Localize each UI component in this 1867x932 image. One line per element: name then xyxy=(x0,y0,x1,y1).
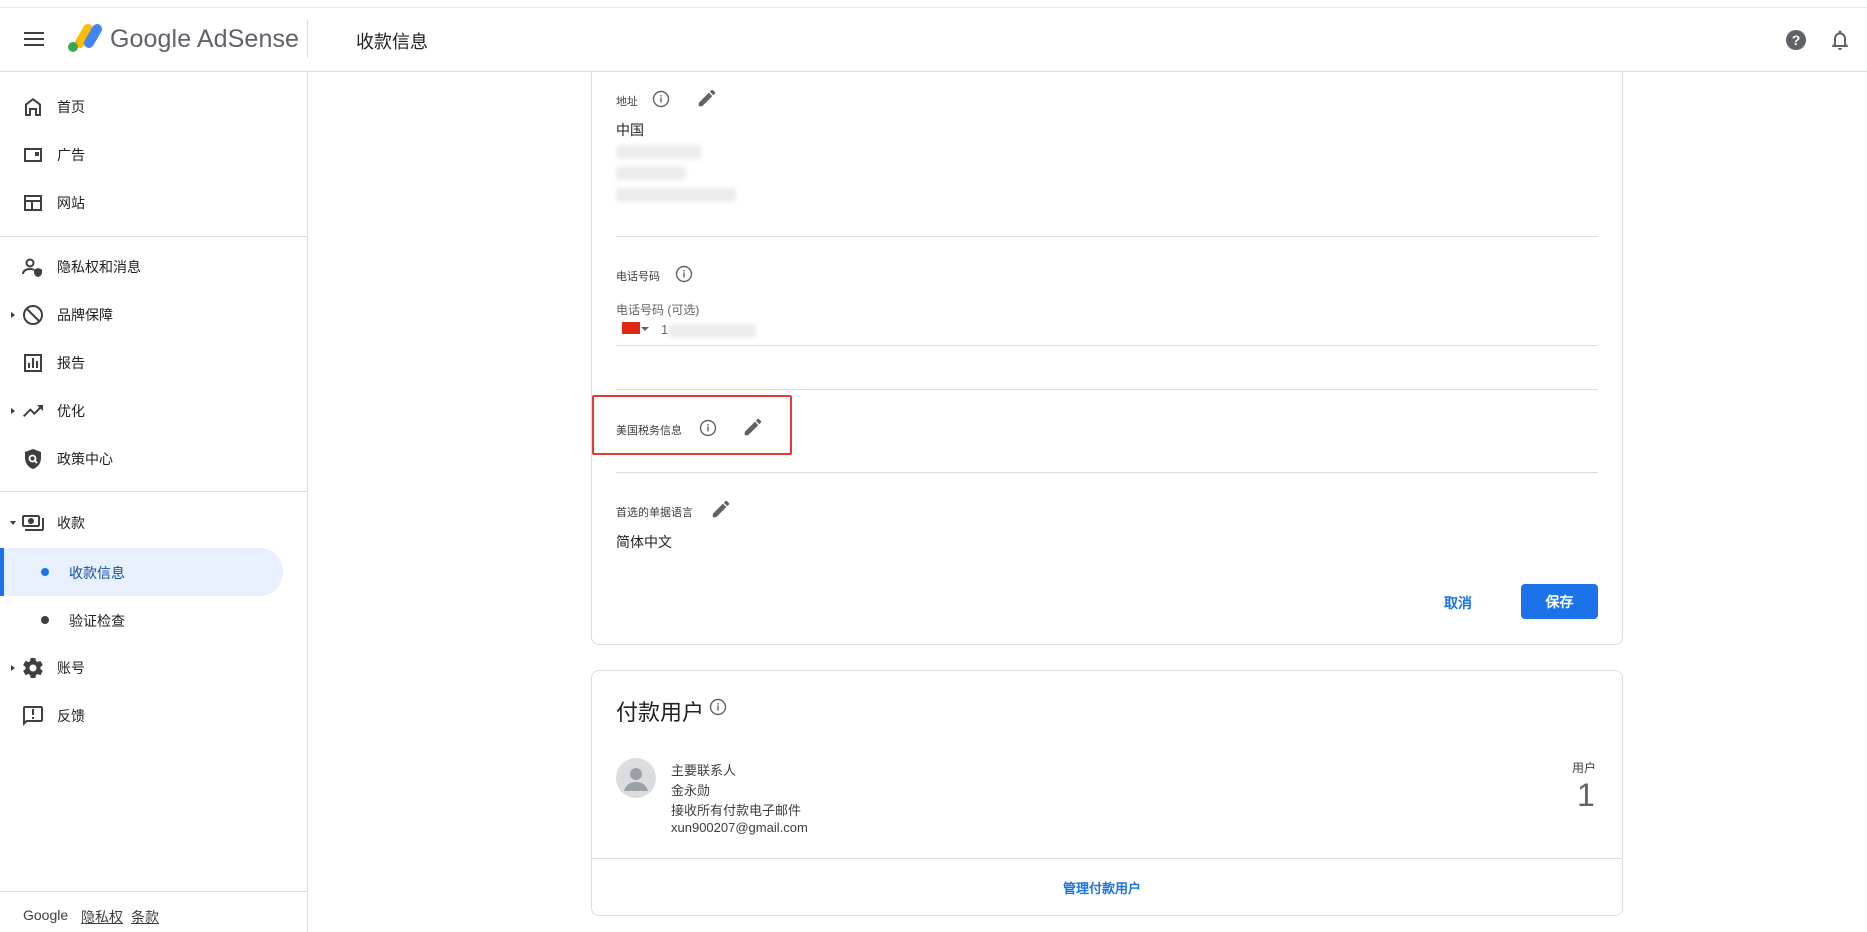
sidebar-item-label: 优化 xyxy=(57,403,85,419)
sites-icon xyxy=(24,195,42,211)
sidebar-footer: Google 隐私权 条款 xyxy=(0,891,308,932)
sidebar-item-sites[interactable]: 网站 xyxy=(0,179,283,227)
trending-up-icon xyxy=(23,405,43,417)
sidebar-item-label: 报告 xyxy=(57,355,85,371)
save-button[interactable]: 保存 xyxy=(1521,584,1598,619)
footer-terms-link[interactable]: 条款 xyxy=(131,907,159,927)
block-icon xyxy=(23,305,43,325)
chevron-right-icon xyxy=(11,665,15,671)
ads-icon xyxy=(24,148,42,162)
cancel-button[interactable]: 取消 xyxy=(1444,593,1472,613)
sidebar-item-label: 账号 xyxy=(57,660,85,676)
section-divider xyxy=(616,472,1598,473)
sidebar-item-label: 网站 xyxy=(57,195,85,211)
highlight-box xyxy=(592,395,792,455)
payment-info-card xyxy=(591,72,1623,645)
section-divider xyxy=(616,389,1598,390)
sidebar-item-label: 首页 xyxy=(57,99,85,115)
payments-icon xyxy=(22,515,44,531)
bullet-dot xyxy=(41,568,49,576)
caret-down-icon[interactable] xyxy=(641,327,649,331)
sidebar-item-label: 政策中心 xyxy=(57,451,113,467)
phone-input-underline xyxy=(616,345,1598,346)
sidebar-item-privacy[interactable]: 隐私权和消息 xyxy=(0,243,283,291)
avatar xyxy=(616,758,656,798)
feedback-icon xyxy=(23,706,43,726)
contact-role: 主要联系人 xyxy=(671,763,737,778)
card-footer-divider xyxy=(592,858,1622,859)
privacy-user-icon xyxy=(22,258,42,277)
sidebar-nav: 首页 广告 网站 隐私权和消息 品牌保障 报告 优化 政策中心 收款 收款信息 xyxy=(0,72,308,932)
sidebar-item-label: 品牌保障 xyxy=(57,307,113,323)
page-title: 收款信息 xyxy=(356,32,428,52)
sidebar-item-optimize[interactable]: 优化 xyxy=(0,387,283,435)
sidebar-item-reports[interactable]: 报告 xyxy=(0,339,283,387)
edit-pencil-icon[interactable] xyxy=(696,87,718,109)
chevron-down-icon xyxy=(10,521,16,525)
chevron-right-icon xyxy=(11,408,15,414)
brand-name: Google AdSense xyxy=(110,25,300,53)
manage-payment-users-link[interactable]: 管理付款用户 xyxy=(1063,878,1141,897)
users-count-value: 1 xyxy=(1577,777,1595,813)
adsense-logo xyxy=(68,24,102,52)
edit-pencil-icon[interactable] xyxy=(710,498,732,520)
reports-icon xyxy=(24,354,42,372)
sidebar-item-label: 广告 xyxy=(57,147,85,163)
sidebar-divider xyxy=(0,236,308,237)
address-label: 地址 xyxy=(616,96,638,108)
sidebar-item-ads[interactable]: 广告 xyxy=(0,131,283,179)
sidebar-item-home[interactable]: 首页 xyxy=(0,83,283,131)
top-rule xyxy=(0,7,1867,8)
policy-shield-icon xyxy=(25,449,41,469)
sidebar-item-policy-center[interactable]: 政策中心 xyxy=(0,435,283,483)
info-icon[interactable] xyxy=(675,265,693,283)
notifications-icon[interactable] xyxy=(1828,28,1852,52)
sidebar-item-label: 反馈 xyxy=(57,708,85,724)
phone-label: 电话号码 xyxy=(616,271,660,283)
email-preference: 接收所有付款电子邮件 xyxy=(671,803,802,818)
sidebar-item-account[interactable]: 账号 xyxy=(0,644,283,692)
sidebar-item-label: 隐私权和消息 xyxy=(57,259,141,275)
sidebar-item-feedback[interactable]: 反馈 xyxy=(0,692,283,740)
sidebar-item-brand-safety[interactable]: 品牌保障 xyxy=(0,291,283,339)
china-flag-icon[interactable] xyxy=(622,322,640,334)
header-divider xyxy=(307,20,308,58)
footer-google: Google xyxy=(23,907,69,923)
info-icon[interactable] xyxy=(652,90,670,108)
sidebar-subitem-label: 收款信息 xyxy=(69,565,125,581)
contact-name: 金永勋 xyxy=(671,783,711,798)
top-app-bar: Google AdSense 收款信息 ? xyxy=(0,0,1867,72)
person-icon xyxy=(624,768,648,791)
section-divider xyxy=(616,236,1598,237)
contact-email: xun900207@gmail.com xyxy=(671,820,808,835)
svg-text:?: ? xyxy=(1792,32,1801,48)
redacted-phone-number xyxy=(668,324,756,338)
footer-privacy-link[interactable]: 隐私权 xyxy=(81,907,123,927)
redacted-address-line xyxy=(616,166,686,180)
address-country: 中国 xyxy=(616,122,644,138)
sidebar-item-label: 收款 xyxy=(57,515,85,531)
info-icon[interactable] xyxy=(709,698,727,716)
sidebar-subitem-label: 验证检查 xyxy=(69,613,125,629)
home-icon xyxy=(25,98,41,116)
preferred-language-value: 简体中文 xyxy=(616,534,672,550)
help-icon[interactable]: ? xyxy=(1784,28,1808,52)
sidebar-divider xyxy=(0,491,308,492)
sidebar-subitem-payment-info[interactable]: 收款信息 xyxy=(0,548,283,596)
gear-icon xyxy=(23,658,43,679)
payment-users-title: 付款用户 xyxy=(616,700,705,725)
redacted-address-line xyxy=(616,188,736,202)
phone-field-label: 电话号码 (可选) xyxy=(616,303,700,317)
preferred-language-label: 首选的单据语言 xyxy=(616,507,693,519)
menu-icon[interactable] xyxy=(20,27,48,51)
redacted-address-line xyxy=(616,145,702,159)
sidebar-item-payments[interactable]: 收款 xyxy=(0,499,283,547)
bullet-dot xyxy=(41,616,49,624)
users-count-label: 用户 xyxy=(1572,761,1597,775)
chevron-right-icon xyxy=(11,312,15,318)
sidebar-subitem-verification[interactable]: 验证检查 xyxy=(0,596,283,644)
